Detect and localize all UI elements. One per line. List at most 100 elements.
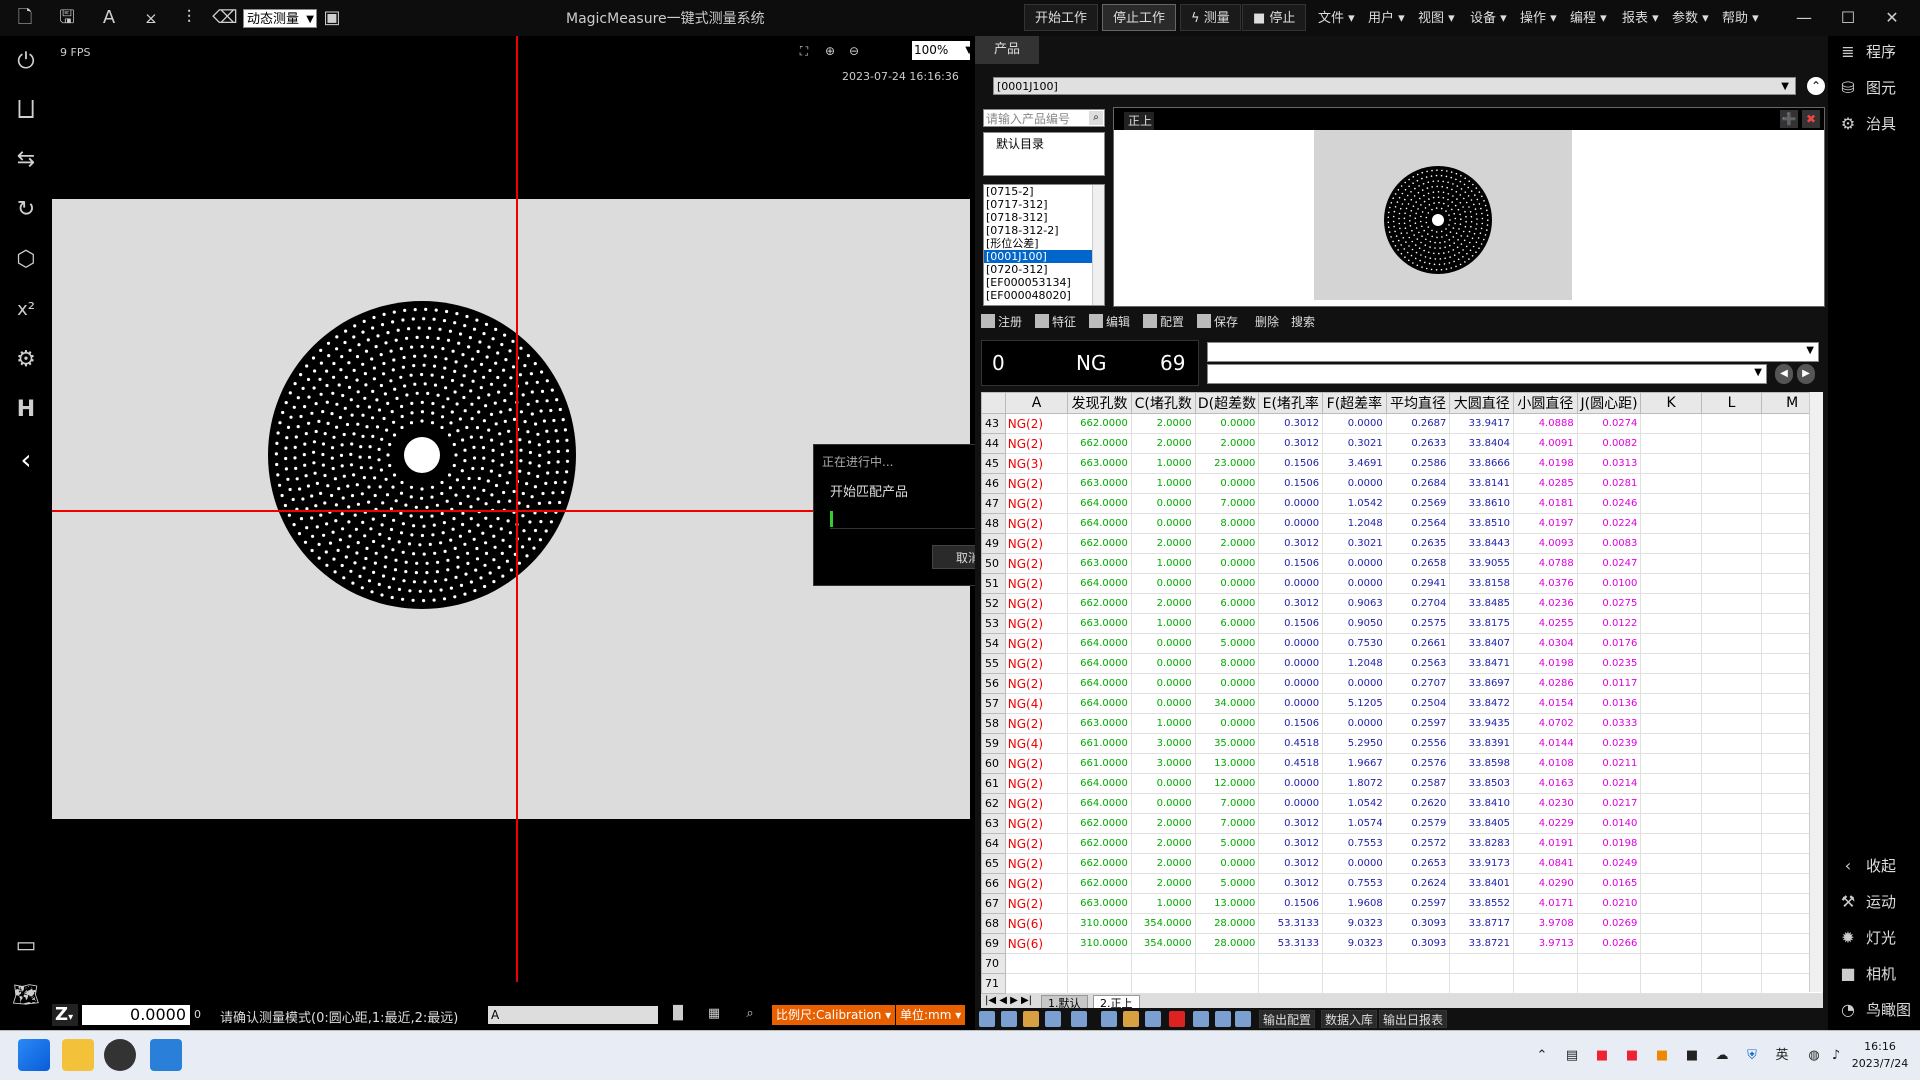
table-cell[interactable] — [1067, 973, 1132, 994]
table-cell[interactable]: 7.0000 — [1194, 493, 1260, 514]
delete-button[interactable]: 删除 — [1255, 314, 1279, 330]
table-cell[interactable]: 0.3012 — [1258, 873, 1324, 894]
row-number[interactable]: 66 — [981, 873, 1006, 894]
table-cell[interactable]: 33.8283 — [1449, 833, 1515, 854]
table-cell[interactable]: 4.0197 — [1513, 513, 1578, 534]
table-cell[interactable]: 0.2556 — [1385, 733, 1451, 754]
column-header[interactable]: 平均直径 — [1385, 392, 1451, 414]
table-cell[interactable]: NG(2) — [1004, 873, 1069, 894]
table-cell[interactable]: 1.2048 — [1322, 653, 1387, 674]
table-cell[interactable]: 33.8610 — [1449, 493, 1515, 514]
table-cell[interactable]: 0.0000 — [1194, 853, 1260, 874]
table-cell[interactable]: 3.9713 — [1513, 933, 1578, 954]
table-cell[interactable]: 35.0000 — [1194, 733, 1260, 754]
table-cell[interactable]: 4.0304 — [1513, 633, 1578, 654]
table-cell[interactable]: 33.8404 — [1449, 433, 1515, 454]
table-cell[interactable] — [1640, 973, 1702, 994]
table-cell[interactable]: 1.0000 — [1130, 713, 1196, 734]
table-cell[interactable]: 0.0082 — [1576, 433, 1642, 454]
product-list-item[interactable]: [EF000053134] — [984, 276, 1104, 289]
table-row[interactable]: 69 NG(6) 310.0000 354.0000 28.0000 53.3133 9.0… — [981, 933, 1823, 954]
table-cell[interactable]: 0.2576 — [1385, 753, 1451, 774]
table-cell[interactable] — [1700, 913, 1763, 934]
table-cell[interactable]: 0.2661 — [1385, 633, 1451, 654]
table-cell[interactable]: 0.2635 — [1385, 533, 1451, 554]
table-cell[interactable]: 33.8697 — [1449, 673, 1515, 694]
table-cell[interactable]: 4.0144 — [1513, 733, 1578, 754]
table-cell[interactable]: NG(4) — [1004, 733, 1069, 754]
table-cell[interactable]: 0.0269 — [1576, 913, 1642, 934]
table-cell[interactable] — [1700, 873, 1763, 894]
table-cell[interactable]: 4.0181 — [1513, 493, 1578, 514]
table-cell[interactable]: 33.8158 — [1449, 573, 1515, 594]
cloud-icon[interactable]: ☁ — [1712, 1046, 1732, 1066]
row-number[interactable]: 68 — [981, 913, 1006, 934]
table-cell[interactable] — [1004, 953, 1069, 974]
table-cell[interactable]: 0.0100 — [1576, 573, 1642, 594]
tray-app-icon-4[interactable]: ■ — [1652, 1046, 1672, 1066]
table-cell[interactable] — [1700, 813, 1763, 834]
collapse-up-icon[interactable]: ⌃ — [1807, 77, 1825, 95]
wifi-icon[interactable]: ◍ — [1804, 1046, 1824, 1066]
sliders-icon[interactable]: ⫶ — [176, 5, 202, 31]
table-cell[interactable]: 33.8405 — [1449, 813, 1515, 834]
table-cell[interactable]: 0.0000 — [1194, 473, 1260, 494]
product-list[interactable]: [0715-2] [0717-312] [0718-312] [0718-312-2]… — [983, 184, 1105, 306]
table-cell[interactable]: 4.0286 — [1513, 673, 1578, 694]
table-cell[interactable]: NG(2) — [1004, 533, 1069, 554]
table-cell[interactable] — [1700, 853, 1763, 874]
table-row[interactable]: 55 NG(2) 664.0000 0.0000 8.0000 0.0000 1.2048 0… — [981, 653, 1823, 674]
table-cell[interactable]: 4.0093 — [1513, 533, 1578, 554]
table-cell[interactable]: 0.0000 — [1258, 673, 1324, 694]
column-header[interactable]: A — [1004, 392, 1069, 414]
menu-help[interactable]: 帮助 ▾ — [1722, 7, 1759, 26]
row-number[interactable]: 67 — [981, 893, 1006, 914]
table-cell[interactable]: 661.0000 — [1067, 733, 1132, 754]
table-cell[interactable]: 0.4518 — [1258, 753, 1324, 774]
table-cell[interactable] — [1700, 973, 1763, 994]
measure-button[interactable]: ϟ 测量 — [1180, 4, 1241, 31]
table-cell[interactable]: NG(2) — [1004, 893, 1069, 914]
table-cell[interactable] — [1640, 413, 1702, 434]
table-cell[interactable]: 0.4518 — [1258, 733, 1324, 754]
tray-app-icon-1[interactable]: ▤ — [1562, 1046, 1582, 1066]
table-cell[interactable]: 2.0000 — [1130, 813, 1196, 834]
table-cell[interactable]: 0.0000 — [1130, 653, 1196, 674]
search-button[interactable]: 搜索 — [1291, 314, 1315, 330]
open-icon[interactable] — [1123, 1011, 1139, 1027]
start-work-button[interactable]: 开始工作 — [1024, 4, 1099, 31]
table-cell[interactable]: 663.0000 — [1067, 893, 1132, 914]
table-cell[interactable]: 0.2597 — [1385, 893, 1451, 914]
menu-operation[interactable]: 操作 ▾ — [1520, 7, 1557, 26]
table-cell[interactable]: 0.0249 — [1576, 853, 1642, 874]
table-cell[interactable]: 9.0323 — [1322, 913, 1387, 934]
column-header[interactable]: E(堵孔率 — [1258, 392, 1324, 414]
add-view-icon[interactable]: ➕ — [1780, 110, 1798, 128]
table-cell[interactable]: NG(2) — [1004, 773, 1069, 794]
ime-indicator[interactable]: 英 — [1772, 1046, 1792, 1066]
table-cell[interactable]: 1.0000 — [1130, 473, 1196, 494]
table-cell[interactable]: NG(2) — [1004, 473, 1069, 494]
table-cell[interactable]: 0.0083 — [1576, 533, 1642, 554]
table-cell[interactable]: 0.0217 — [1576, 793, 1642, 814]
table-cell[interactable]: 354.0000 — [1130, 933, 1196, 954]
table-row[interactable]: 66 NG(2) 662.0000 2.0000 5.0000 0.3012 0.7553 0… — [981, 873, 1823, 894]
table-cell[interactable]: 0.7553 — [1322, 833, 1387, 854]
result-filter-input[interactable]: ▼ — [1207, 364, 1767, 384]
table-cell[interactable]: 4.0702 — [1513, 713, 1578, 734]
table-cell[interactable]: 4.0888 — [1513, 413, 1578, 434]
table-cell[interactable]: 4.0788 — [1513, 553, 1578, 574]
table-cell[interactable]: 0.0224 — [1576, 513, 1642, 534]
table-cell[interactable]: 662.0000 — [1067, 873, 1132, 894]
table-cell[interactable]: 34.0000 — [1194, 693, 1260, 714]
calibration-select[interactable]: 比例尺:Calibration ▾ — [772, 1005, 896, 1025]
table-cell[interactable]: 0.0000 — [1194, 673, 1260, 694]
close-icon[interactable]: ✕ — [1870, 4, 1914, 32]
table-cell[interactable]: 33.8443 — [1449, 533, 1515, 554]
table-cell[interactable] — [1640, 833, 1702, 854]
table-cell[interactable]: 33.9417 — [1449, 413, 1515, 434]
column-header[interactable]: 小圆直径 — [1513, 392, 1578, 414]
table-cell[interactable]: NG(2) — [1004, 433, 1069, 454]
product-list-item[interactable]: [0718-312] — [984, 211, 1104, 224]
table-cell[interactable]: NG(6) — [1004, 933, 1069, 954]
